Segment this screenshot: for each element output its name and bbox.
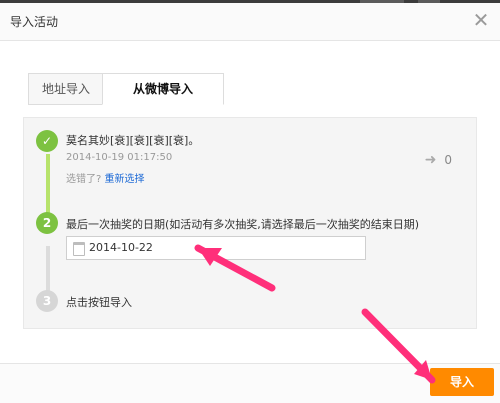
reselect-link[interactable]: 重新选择 <box>105 174 145 185</box>
dialog-header: 导入活动 ✕ <box>0 3 500 41</box>
click-to-import-label: 点击按钮导入 <box>66 296 132 309</box>
import-activity-dialog: 导入活动 ✕ 地址导入 从微博导入 ✓ 莫名其妙[衰][衰][衰][衰]。 20… <box>0 3 500 403</box>
step-2-number: 2 <box>36 212 58 234</box>
share-arrow-icon: ➜ <box>424 152 437 168</box>
calendar-icon <box>73 242 85 256</box>
tab-weibo-import[interactable]: 从微博导入 <box>102 73 224 105</box>
dialog-footer: 导入 <box>0 363 500 403</box>
import-button[interactable]: 导入 <box>430 368 494 396</box>
close-icon[interactable]: ✕ <box>470 9 492 31</box>
share-count-value: 0 <box>444 153 452 167</box>
dialog-title: 导入活动 <box>10 15 59 29</box>
last-draw-date-input[interactable]: 2014-10-22 <box>66 236 366 260</box>
import-panel: ✓ 莫名其妙[衰][衰][衰][衰]。 2014-10-19 01:17:50 … <box>23 117 477 329</box>
reselect-row: 选错了? 重新选择 <box>66 170 145 185</box>
wrong-selection-text: 选错了? <box>66 174 102 185</box>
weibo-post-text: 莫名其妙[衰][衰][衰][衰]。 <box>66 134 200 147</box>
share-count: ➜ 0 <box>425 152 452 168</box>
step-connector-2 <box>46 246 50 296</box>
last-draw-date-label: 最后一次抽奖的日期(如活动有多次抽奖,请选择最后一次抽奖的结束日期) <box>66 218 420 231</box>
step-1-check-icon: ✓ <box>36 130 58 152</box>
tab-address-import[interactable]: 地址导入 <box>28 73 104 105</box>
post-timestamp: 2014-10-19 01:17:50 <box>66 152 173 163</box>
step-3-number: 3 <box>36 290 58 312</box>
last-draw-date-value: 2014-10-22 <box>89 241 153 254</box>
